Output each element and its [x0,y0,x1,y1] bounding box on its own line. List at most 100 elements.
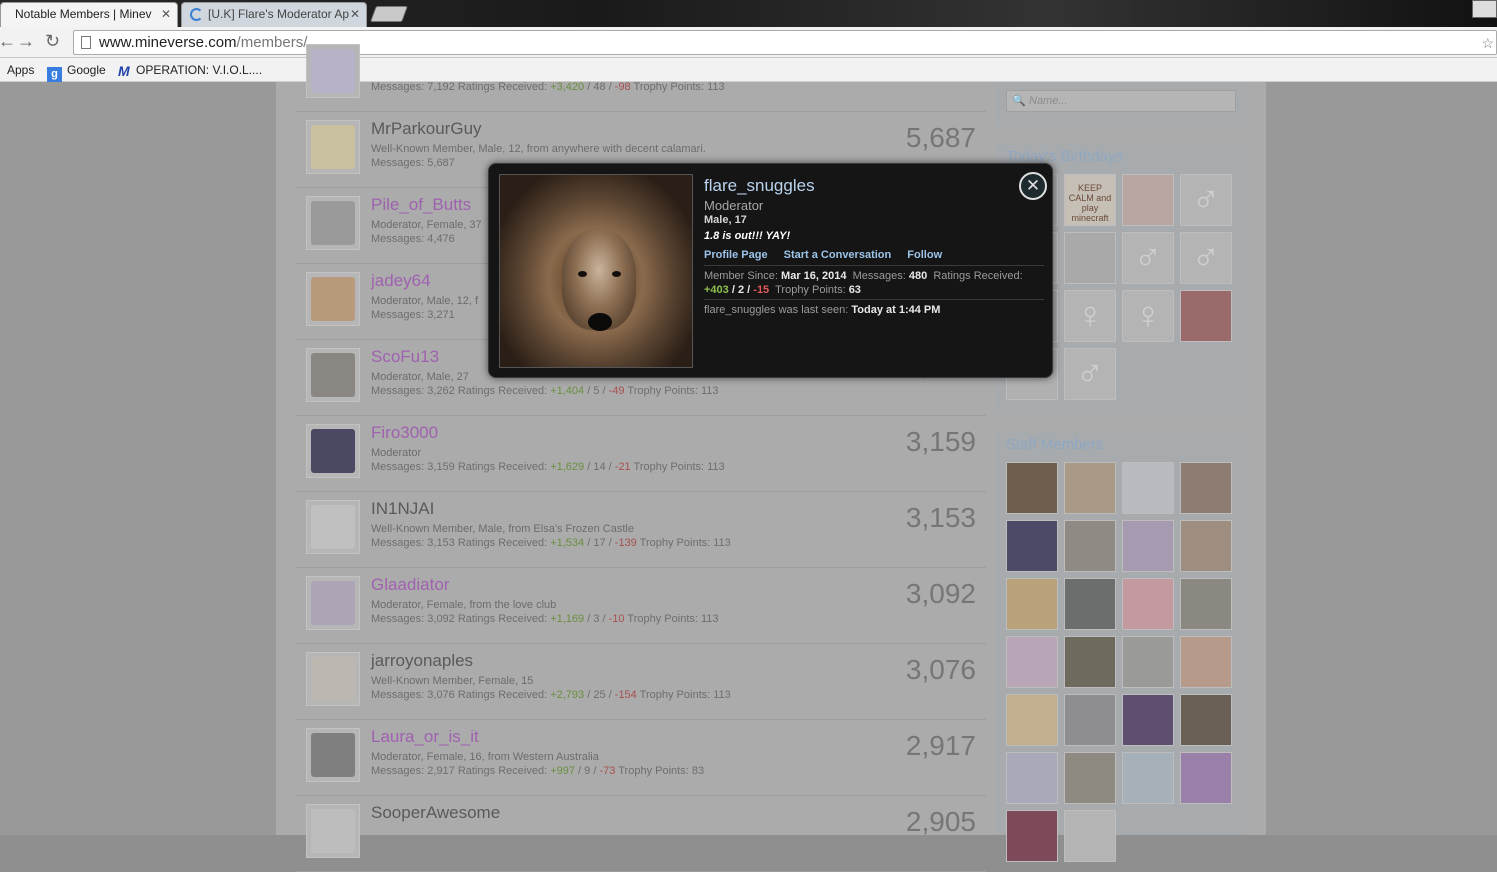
new-tab-button[interactable] [370,6,408,22]
birthday-avatar[interactable]: ♂ [1180,232,1232,284]
birthday-avatar[interactable]: ♂ [1122,232,1174,284]
staff-avatar[interactable] [1006,752,1058,804]
staff-avatar[interactable] [1180,694,1232,746]
avatar[interactable] [306,272,360,326]
member-details: , Male, 12, f [420,295,479,307]
close-icon[interactable]: ✕ [350,7,360,21]
birthday-avatar[interactable]: KEEP CALM and play minecraft [1064,174,1116,226]
member-photo[interactable] [499,174,693,368]
avatar-label: ♀ [1075,295,1105,337]
birthday-avatar[interactable]: ♀ [1064,290,1116,342]
avatar-image [311,353,355,397]
message-count: 5,687 [905,122,976,153]
bookmark-apps[interactable]: Apps [7,63,34,77]
staff-avatar[interactable] [1064,520,1116,572]
birthday-avatar[interactable]: ♂ [1180,174,1232,226]
staff-avatar[interactable] [1180,520,1232,572]
member-name[interactable]: MrParkourGuy [371,119,482,139]
staff-avatar[interactable] [1064,810,1116,862]
staff-avatar[interactable] [1006,694,1058,746]
forward-icon[interactable]: → [17,31,35,52]
bookmark-star-icon[interactable]: ☆ [1481,35,1494,52]
birthday-avatar[interactable]: ♂ [1064,348,1116,400]
member-name[interactable]: SooperAwesome [371,803,500,823]
tab-notable-members[interactable]: Notable Members | Minev ✕ [0,2,178,27]
member-name[interactable]: Laura_or_is_it [371,727,479,747]
messages-value: 4,476 [427,233,455,245]
start-conversation-link[interactable]: Start a Conversation [784,249,892,261]
reload-icon[interactable]: ↻ [45,31,60,52]
trophy-label: Trophy Points: [639,537,711,549]
staff-avatar[interactable] [1064,694,1116,746]
google-icon: g [47,67,62,82]
staff-avatar[interactable] [1122,636,1174,688]
staff-avatar[interactable] [1122,578,1174,630]
ratings-negative: -98 [614,81,631,93]
member-stats: Messages: 5,687 [371,157,455,169]
avatar[interactable] [306,424,360,478]
trophy-label: Trophy Points: [633,81,705,93]
bookmark-operation[interactable]: M OPERATION: V.I.O.L.... [118,63,262,79]
trophy-value: 113 [713,537,731,549]
bookmark-google[interactable]: g Google [47,63,106,82]
staff-avatar[interactable] [1006,462,1058,514]
staff-avatar[interactable] [1180,462,1232,514]
staff-avatar[interactable] [1064,752,1116,804]
avatar[interactable] [306,348,360,402]
birthday-avatar[interactable] [1064,232,1116,284]
minimize-button[interactable] [1472,0,1497,18]
staff-avatar[interactable] [1064,636,1116,688]
birthday-avatar[interactable]: ♀ [1122,290,1174,342]
avatar[interactable] [306,652,360,706]
avatar[interactable] [306,500,360,554]
member-name[interactable]: jadey64 [371,271,431,291]
follow-link[interactable]: Follow [907,249,942,261]
staff-avatar[interactable] [1122,694,1174,746]
staff-avatar[interactable] [1006,578,1058,630]
avatar[interactable] [306,728,360,782]
birthday-avatar[interactable] [1180,290,1232,342]
last-seen-label: flare_snuggles was last seen: [704,304,849,316]
tab-strip: Notable Members | Minev ✕ [U.K] Flare's … [0,0,1497,27]
tab-moderator-app[interactable]: [U.K] Flare's Moderator Ap ✕ [181,2,367,27]
divider [704,299,1044,300]
messages-label: Messages: [852,270,906,282]
separator: / [608,537,612,549]
staff-avatar[interactable] [1064,578,1116,630]
avatar[interactable] [306,196,360,250]
member-name[interactable]: IN1NJAI [371,499,434,519]
ratings-negative: -10 [608,613,625,625]
popup-username[interactable]: flare_snuggles [704,176,815,196]
member-name[interactable]: Firo3000 [371,423,438,443]
staff-avatar[interactable] [1122,520,1174,572]
staff-avatar[interactable] [1180,636,1232,688]
back-icon[interactable]: ← [0,31,16,52]
member-stats: Messages: 3,153 Ratings Received: +1,534… [371,537,731,549]
avatar[interactable] [306,576,360,630]
staff-avatar[interactable] [1122,752,1174,804]
member-name[interactable]: jarroyonaples [371,651,473,671]
staff-avatar[interactable] [1180,578,1232,630]
member-name[interactable]: ScoFu13 [371,347,439,367]
birthday-avatar[interactable] [1122,174,1174,226]
staff-avatar[interactable] [1122,462,1174,514]
staff-avatar[interactable] [1180,752,1232,804]
avatar[interactable] [306,804,360,858]
close-icon[interactable]: ✕ [1019,172,1047,200]
trophy-label: Trophy Points: [627,613,698,625]
member-name[interactable]: Glaadiator [371,575,449,595]
profile-page-link[interactable]: Profile Page [704,249,768,261]
avatar[interactable] [306,44,360,98]
staff-avatar[interactable] [1064,462,1116,514]
staff-avatar[interactable] [1006,636,1058,688]
avatar[interactable] [306,120,360,174]
trophy-value: 113 [701,613,719,625]
ratings-label: Ratings Received: [457,689,548,701]
separator: / [587,689,591,701]
member-name[interactable]: Pile_of_Butts [371,195,471,215]
staff-avatar[interactable] [1006,520,1058,572]
close-icon[interactable]: ✕ [161,7,171,21]
staff-avatar[interactable] [1006,810,1058,862]
member-search-input[interactable]: 🔍 Name... [1006,90,1236,112]
trophy-value: 83 [691,765,705,777]
